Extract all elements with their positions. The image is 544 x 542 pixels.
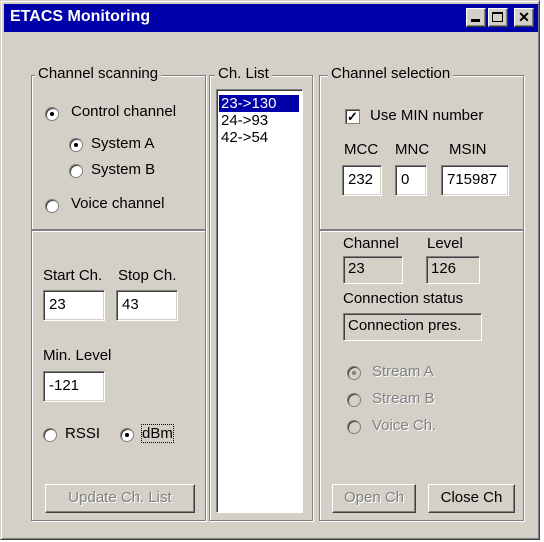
channel-selection-legend: Channel selection: [328, 65, 454, 82]
voice-channel-label[interactable]: Voice channel: [71, 195, 164, 212]
min-level-label: Min. Level: [43, 347, 112, 364]
stop-channel-label: Stop Ch.: [118, 267, 177, 284]
ch-list-legend: Ch. List: [215, 65, 272, 82]
dbm-radio[interactable]: [120, 428, 134, 442]
use-min-checkbox[interactable]: ✓: [345, 109, 360, 124]
system-b-label[interactable]: System B: [91, 161, 155, 178]
window-title: ETACS Monitoring: [10, 8, 151, 25]
minimize-icon: [471, 19, 480, 22]
level-label: Level: [427, 235, 463, 252]
channel-scanning-legend: Channel scanning: [35, 65, 162, 82]
voice-ch-label[interactable]: Voice Ch.: [372, 417, 436, 434]
stream-a-radio[interactable]: [347, 366, 361, 380]
level-value: 126: [426, 256, 480, 284]
channel-list[interactable]: 23->130 24->93 42->54: [216, 89, 303, 513]
system-a-label[interactable]: System A: [91, 135, 154, 152]
open-ch-button[interactable]: Open Ch: [332, 484, 416, 513]
min-level-input[interactable]: -121: [43, 371, 105, 402]
list-item[interactable]: 42->54: [219, 129, 299, 146]
stream-b-label[interactable]: Stream B: [372, 390, 435, 407]
voice-channel-radio[interactable]: [45, 199, 59, 213]
maximize-icon: [492, 12, 503, 22]
system-a-radio[interactable]: [69, 138, 83, 152]
voice-ch-radio[interactable]: [347, 420, 361, 434]
update-ch-list-button[interactable]: Update Ch. List: [45, 484, 195, 513]
close-ch-button[interactable]: Close Ch: [428, 484, 515, 513]
title-bar[interactable]: ETACS Monitoring ✕: [4, 4, 538, 32]
stop-channel-input[interactable]: 43: [116, 290, 178, 321]
use-min-label[interactable]: Use MIN number: [370, 107, 483, 124]
maximize-button[interactable]: [488, 8, 508, 27]
connection-status-value: Connection pres.: [343, 313, 482, 341]
mcc-label: MCC: [344, 141, 379, 158]
channel-value: 23: [343, 256, 403, 284]
control-channel-radio[interactable]: [45, 107, 59, 121]
list-item[interactable]: 24->93: [219, 112, 299, 129]
list-item[interactable]: 23->130: [219, 95, 299, 112]
rssi-radio[interactable]: [43, 428, 57, 442]
system-b-radio[interactable]: [69, 164, 83, 178]
connection-status-label: Connection status: [343, 290, 464, 307]
msin-input[interactable]: 715987: [441, 165, 509, 196]
mcc-input[interactable]: 232: [342, 165, 382, 196]
dbm-label[interactable]: dBm: [141, 424, 174, 443]
stream-b-radio[interactable]: [347, 393, 361, 407]
stream-a-label[interactable]: Stream A: [372, 363, 434, 380]
mnc-label: MNC: [395, 141, 430, 158]
minimize-button[interactable]: [466, 8, 486, 27]
close-window-button[interactable]: ✕: [514, 8, 534, 27]
mnc-input[interactable]: 0: [395, 165, 427, 196]
etacs-window: ETACS Monitoring ✕ Channel scanning Cont…: [0, 0, 540, 540]
channel-label: Channel: [343, 235, 399, 252]
msin-label: MSIN: [449, 141, 487, 158]
start-channel-input[interactable]: 23: [43, 290, 105, 321]
control-channel-label[interactable]: Control channel: [71, 103, 176, 120]
start-channel-label: Start Ch.: [43, 267, 103, 284]
close-icon: ✕: [518, 9, 530, 25]
rssi-label[interactable]: RSSI: [65, 425, 100, 442]
